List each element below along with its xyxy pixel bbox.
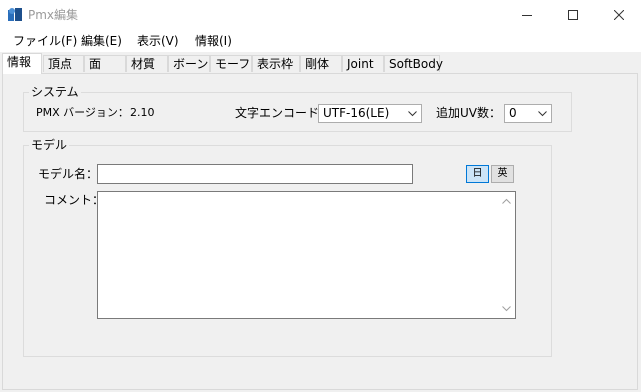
model-name-input[interactable] [97, 164, 413, 184]
comment-label: コメント： [44, 193, 105, 207]
minimize-icon [522, 15, 532, 16]
chevron-down-icon [538, 111, 547, 117]
uv-count-select[interactable]: 0 [504, 104, 552, 123]
lang-japanese-button[interactable]: 日 [466, 165, 489, 183]
model-group: モデル モデル名： 日 英 コメント： [23, 138, 552, 357]
pmx-version-value: 2.10 [130, 106, 155, 119]
system-group-title: システム [29, 85, 81, 99]
pmx-version-label: PMX バージョン： [36, 106, 129, 119]
window-title: Pmx編集 [28, 8, 79, 22]
system-group: システム PMX バージョン： 2.10 文字エンコード： UTF-16(LE)… [23, 85, 572, 132]
tab-softbody[interactable]: SoftBody [384, 55, 443, 72]
menu-bar: ファイル(F) 編集(E) 表示(V) 情報(I) [0, 30, 641, 52]
pmx-editor-window: Pmx編集 ファイル(F) 編集(E) 表示(V) 情報(I) 情報 頂点 面 [0, 0, 641, 392]
tab-display-frame[interactable]: 表示枠 [252, 55, 300, 72]
encoding-select[interactable]: UTF-16(LE) [318, 104, 422, 123]
tab-bar: 情報 頂点 面 材質 ボーン モーフ 表示枠 剛体 Joint SoftBody [0, 52, 641, 74]
comment-textarea[interactable] [97, 191, 516, 319]
menu-file[interactable]: ファイル(F) [6, 30, 84, 52]
tab-info[interactable]: 情報 [2, 53, 42, 74]
title-bar[interactable]: Pmx編集 [0, 0, 641, 30]
menu-edit[interactable]: 編集(E) [74, 30, 129, 52]
tab-morph[interactable]: モーフ [210, 55, 252, 72]
menu-info[interactable]: 情報(I) [188, 30, 239, 52]
model-group-title: モデル [29, 138, 70, 152]
maximize-button[interactable] [550, 0, 596, 30]
uv-count-select-value: 0 [509, 106, 517, 120]
model-name-label: モデル名： [38, 167, 99, 181]
pmx-app-icon [8, 8, 22, 21]
scroll-down-icon[interactable] [502, 306, 511, 312]
tab-joint[interactable]: Joint [342, 55, 384, 72]
scroll-up-icon[interactable] [502, 198, 511, 204]
uv-count-label: 追加UV数： [436, 106, 501, 120]
maximize-icon [568, 10, 578, 20]
tab-bone[interactable]: ボーン [168, 55, 210, 72]
close-icon [614, 10, 624, 20]
tab-rigid-body[interactable]: 剛体 [300, 55, 342, 72]
minimize-button[interactable] [504, 0, 550, 30]
encoding-label: 文字エンコード： [235, 106, 332, 120]
chevron-down-icon [408, 111, 417, 117]
menu-view[interactable]: 表示(V) [130, 30, 186, 52]
encoding-select-value: UTF-16(LE) [323, 106, 390, 120]
close-button[interactable] [596, 0, 641, 30]
tab-vertex[interactable]: 頂点 [43, 55, 84, 72]
tab-face[interactable]: 面 [84, 55, 126, 72]
comment-scrollbar[interactable] [498, 192, 515, 318]
lang-english-button[interactable]: 英 [491, 165, 514, 183]
tab-material[interactable]: 材質 [126, 55, 168, 72]
info-tab-panel: システム PMX バージョン： 2.10 文字エンコード： UTF-16(LE)… [2, 73, 638, 390]
